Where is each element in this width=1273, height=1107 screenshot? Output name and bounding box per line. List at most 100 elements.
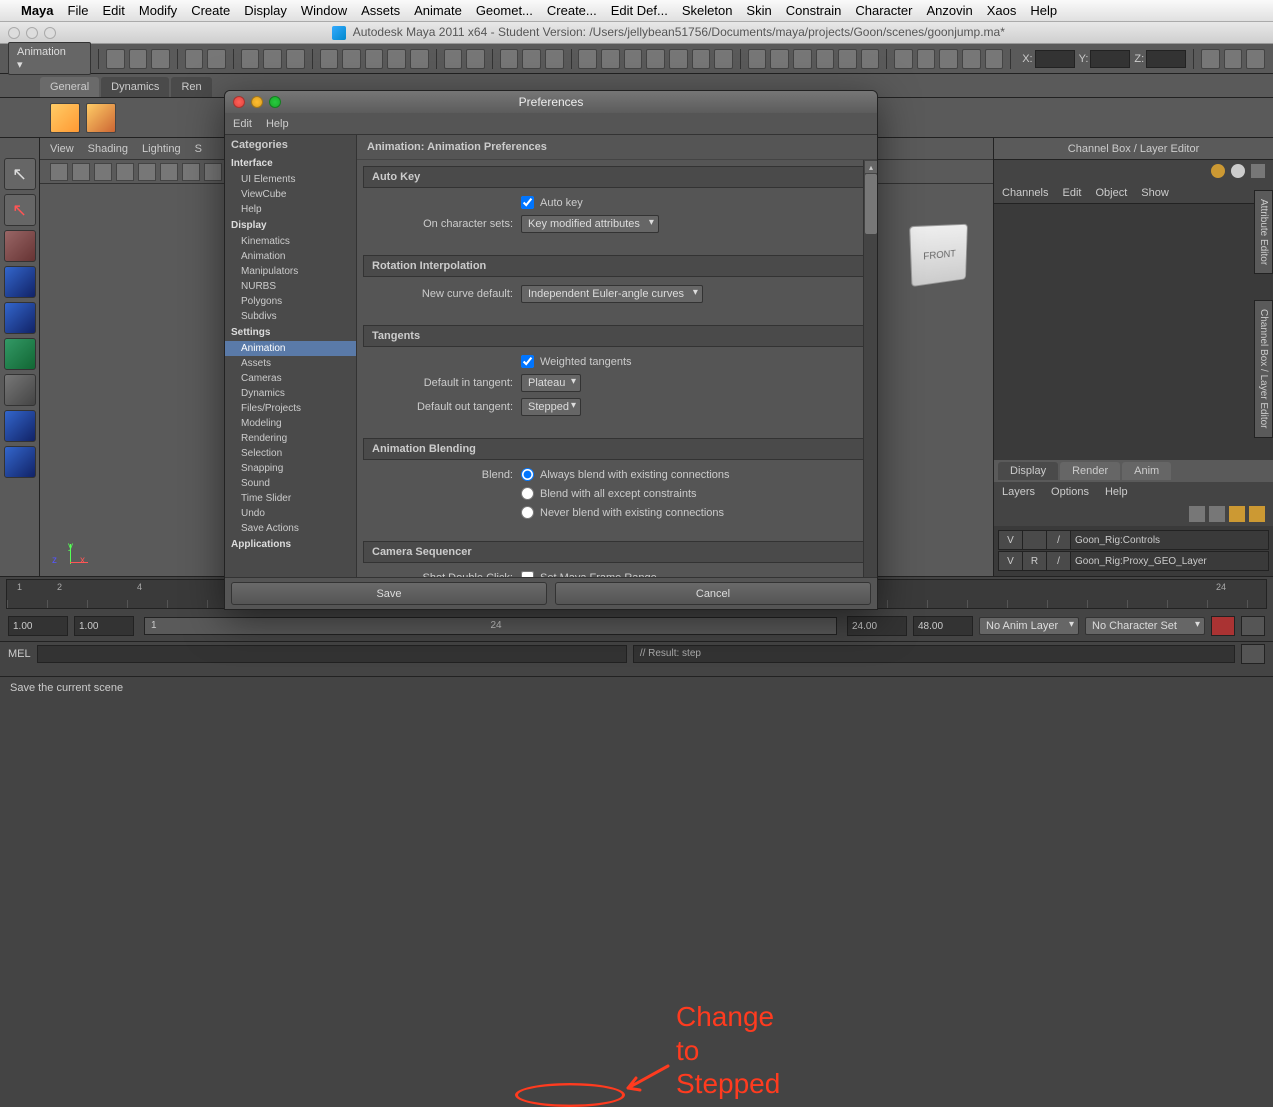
- scale-tool[interactable]: [4, 338, 36, 370]
- snap-live-icon[interactable]: [410, 49, 429, 69]
- panel-toggle2-icon[interactable]: [1224, 49, 1243, 69]
- channel-box-tab[interactable]: Channel Box / Layer Editor: [1254, 300, 1273, 438]
- cancel-button[interactable]: Cancel: [555, 582, 871, 605]
- cat-polygons[interactable]: Polygons: [225, 294, 356, 309]
- cat-modeling[interactable]: Modeling: [225, 416, 356, 431]
- cat-rendering[interactable]: Rendering: [225, 431, 356, 446]
- cat-viewcube[interactable]: ViewCube: [225, 187, 356, 202]
- lasso-tool[interactable]: ↖: [4, 194, 36, 226]
- undo-icon[interactable]: [185, 49, 204, 69]
- layout5-icon[interactable]: [985, 49, 1004, 69]
- snap-grid-icon[interactable]: [320, 49, 339, 69]
- script-editor-icon[interactable]: [714, 49, 733, 69]
- module-dropdown[interactable]: Animation ▾: [8, 42, 91, 75]
- cmd-language-label[interactable]: MEL: [8, 648, 31, 660]
- cat-cameras[interactable]: Cameras: [225, 371, 356, 386]
- menu-editdef[interactable]: Edit Def...: [604, 3, 675, 18]
- menu-skeleton[interactable]: Skeleton: [675, 3, 740, 18]
- shelf-icon-2[interactable]: [86, 103, 116, 133]
- layer-swatch[interactable]: /: [1047, 552, 1071, 570]
- attribute-editor-tab[interactable]: Attribute Editor: [1254, 190, 1273, 274]
- blend-never-radio[interactable]: [521, 506, 534, 519]
- scroll-up-icon[interactable]: ▴: [865, 161, 877, 173]
- channel-icon-1[interactable]: [1211, 164, 1225, 178]
- layer-row[interactable]: V / Goon_Rig:Controls: [998, 530, 1269, 550]
- prefs-menu-edit[interactable]: Edit: [233, 118, 252, 130]
- cat-kinematics[interactable]: Kinematics: [225, 234, 356, 249]
- range-end-out[interactable]: [913, 616, 973, 636]
- autokey-checkbox[interactable]: [521, 196, 534, 209]
- layers-menu[interactable]: Layers: [1002, 486, 1035, 498]
- layer-icon-3[interactable]: [1229, 506, 1245, 522]
- layer-name[interactable]: Goon_Rig:Controls: [1071, 531, 1268, 549]
- prefs-button[interactable]: [1241, 616, 1265, 636]
- onchar-dropdown[interactable]: Key modified attributes: [521, 215, 659, 233]
- paint-select-icon[interactable]: [286, 49, 305, 69]
- open-scene-icon[interactable]: [129, 49, 148, 69]
- cat-ui-elements[interactable]: UI Elements: [225, 172, 356, 187]
- range-end-in[interactable]: [847, 616, 907, 636]
- menu-skin[interactable]: Skin: [739, 3, 778, 18]
- menu-file[interactable]: File: [61, 3, 96, 18]
- construction-history-icon[interactable]: [466, 49, 485, 69]
- weighted-tangents-checkbox[interactable]: [521, 355, 534, 368]
- layout2-icon[interactable]: [917, 49, 936, 69]
- vp-grid-icon[interactable]: [160, 163, 178, 181]
- paint-select-tool[interactable]: [4, 230, 36, 262]
- vp-menu-show[interactable]: S: [195, 143, 202, 155]
- in-tangent-dropdown[interactable]: Plateau: [521, 374, 581, 392]
- menu-anzovin[interactable]: Anzovin: [919, 3, 979, 18]
- vp-select-camera-icon[interactable]: [50, 163, 68, 181]
- lasso-tool-icon[interactable]: [263, 49, 282, 69]
- menu-maya[interactable]: Maya: [14, 3, 61, 18]
- rotate-tool[interactable]: [4, 302, 36, 334]
- menu-create2[interactable]: Create...: [540, 3, 604, 18]
- layer-type[interactable]: R: [1023, 552, 1047, 570]
- prefs-titlebar[interactable]: Preferences: [225, 91, 877, 113]
- shelf-tab-dynamics[interactable]: Dynamics: [101, 77, 169, 97]
- auto-key-toggle[interactable]: [1211, 616, 1235, 636]
- vp-resolution-icon[interactable]: [204, 163, 222, 181]
- ipr-render-icon[interactable]: [522, 49, 541, 69]
- snap-point-icon[interactable]: [365, 49, 384, 69]
- cat-animation-display[interactable]: Animation: [225, 249, 356, 264]
- hypergraph-icon[interactable]: [669, 49, 688, 69]
- layer-vis[interactable]: V: [999, 552, 1023, 570]
- menu-geomet[interactable]: Geomet...: [469, 3, 540, 18]
- panel-toggle3-icon[interactable]: [1246, 49, 1265, 69]
- select-tool[interactable]: ↖: [4, 158, 36, 190]
- vp-film-gate-icon[interactable]: [182, 163, 200, 181]
- vp-grease-icon[interactable]: [138, 163, 156, 181]
- layout1-icon[interactable]: [894, 49, 913, 69]
- graph-editor-icon[interactable]: [624, 49, 643, 69]
- options-menu[interactable]: Options: [1051, 486, 1089, 498]
- prefs-menu-help[interactable]: Help: [266, 118, 289, 130]
- set-frame-range-checkbox[interactable]: [521, 571, 534, 577]
- cat-assets[interactable]: Assets: [225, 356, 356, 371]
- menu-display[interactable]: Display: [237, 3, 294, 18]
- close-icon[interactable]: [8, 27, 20, 39]
- new-scene-icon[interactable]: [106, 49, 125, 69]
- snap-curve-icon[interactable]: [342, 49, 361, 69]
- render-icon[interactable]: [500, 49, 519, 69]
- dope-sheet-icon[interactable]: [646, 49, 665, 69]
- move-tool[interactable]: [4, 266, 36, 298]
- outliner-icon[interactable]: [601, 49, 620, 69]
- tab-display[interactable]: Display: [998, 462, 1058, 480]
- coord-x-input[interactable]: [1035, 50, 1075, 68]
- cat-time-slider[interactable]: Time Slider: [225, 491, 356, 506]
- vp-menu-shading[interactable]: Shading: [88, 143, 128, 155]
- last-tool[interactable]: [4, 526, 36, 558]
- channels-menu[interactable]: Channels: [1002, 187, 1048, 199]
- layer-icon-4[interactable]: [1249, 506, 1265, 522]
- universal-manip-tool[interactable]: [4, 374, 36, 406]
- component-editor-icon[interactable]: [748, 49, 767, 69]
- layer-row[interactable]: V R / Goon_Rig:Proxy_GEO_Layer: [998, 551, 1269, 571]
- blend-always-radio[interactable]: [521, 468, 534, 481]
- tab-anim[interactable]: Anim: [1122, 462, 1171, 480]
- newcurve-dropdown[interactable]: Independent Euler-angle curves: [521, 285, 703, 303]
- character-set-dropdown[interactable]: No Character Set: [1085, 617, 1205, 635]
- menu-xaos[interactable]: Xaos: [980, 3, 1024, 18]
- out-tangent-dropdown[interactable]: Stepped: [521, 398, 581, 416]
- anim-layer-dropdown[interactable]: No Anim Layer: [979, 617, 1079, 635]
